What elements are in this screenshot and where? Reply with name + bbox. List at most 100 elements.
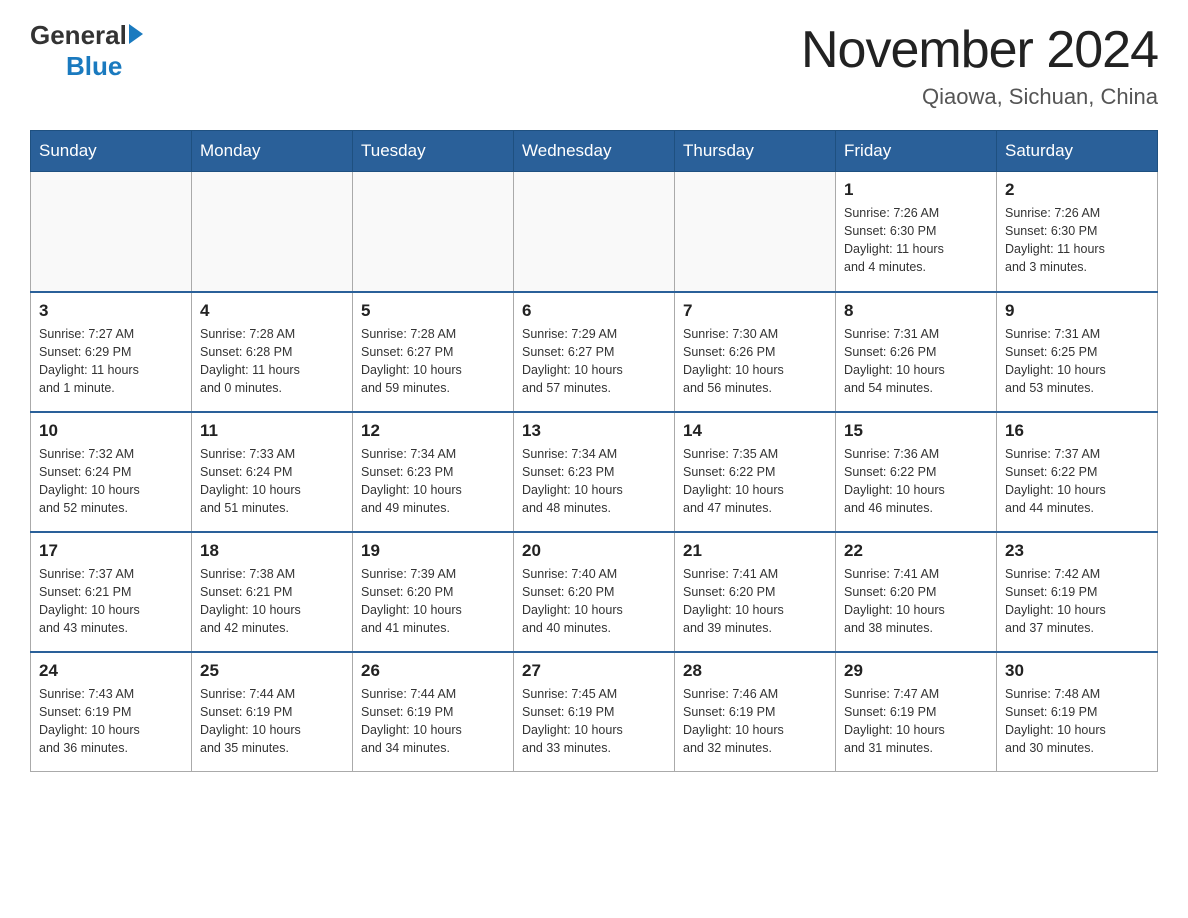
- col-header-saturday: Saturday: [997, 131, 1158, 172]
- col-header-wednesday: Wednesday: [514, 131, 675, 172]
- calendar-cell: 1 Sunrise: 7:26 AM Sunset: 6:30 PM Daylig…: [836, 172, 997, 292]
- day-number: 26: [361, 661, 505, 681]
- calendar-cell: 5 Sunrise: 7:28 AM Sunset: 6:27 PM Daylig…: [353, 292, 514, 412]
- col-header-friday: Friday: [836, 131, 997, 172]
- day-number: 10: [39, 421, 183, 441]
- calendar-cell: 3Sunrise: 7:27 AM Sunset: 6:29 PM Daylig…: [31, 292, 192, 412]
- day-number: 24: [39, 661, 183, 681]
- calendar-cell: 26 Sunrise: 7:44 AM Sunset: 6:19 PM Dayli…: [353, 652, 514, 772]
- day-number: 30: [1005, 661, 1149, 681]
- calendar-cell: 22 Sunrise: 7:41 AM Sunset: 6:20 PM Dayli…: [836, 532, 997, 652]
- day-number: 20: [522, 541, 666, 561]
- day-number: 11: [200, 421, 344, 441]
- calendar-week-row: 1 Sunrise: 7:26 AM Sunset: 6:30 PM Daylig…: [31, 172, 1158, 292]
- month-title: November 2024: [801, 20, 1158, 80]
- day-number: 17: [39, 541, 183, 561]
- calendar-table: SundayMondayTuesdayWednesdayThursdayFrid…: [30, 130, 1158, 772]
- col-header-thursday: Thursday: [675, 131, 836, 172]
- calendar-cell: 15Sunrise: 7:36 AM Sunset: 6:22 PM Dayli…: [836, 412, 997, 532]
- day-number: 25: [200, 661, 344, 681]
- day-number: 27: [522, 661, 666, 681]
- day-number: 14: [683, 421, 827, 441]
- calendar-cell: 30 Sunrise: 7:48 AM Sunset: 6:19 PM Dayli…: [997, 652, 1158, 772]
- day-info: Sunrise: 7:46 AM Sunset: 6:19 PM Dayligh…: [683, 685, 827, 758]
- col-header-sunday: Sunday: [31, 131, 192, 172]
- day-info: Sunrise: 7:28 AM Sunset: 6:28 PM Dayligh…: [200, 325, 344, 398]
- day-info: Sunrise: 7:29 AM Sunset: 6:27 PM Dayligh…: [522, 325, 666, 398]
- calendar-week-row: 10Sunrise: 7:32 AM Sunset: 6:24 PM Dayli…: [31, 412, 1158, 532]
- day-info: Sunrise: 7:41 AM Sunset: 6:20 PM Dayligh…: [683, 565, 827, 638]
- calendar-cell: 28Sunrise: 7:46 AM Sunset: 6:19 PM Dayli…: [675, 652, 836, 772]
- day-info: Sunrise: 7:43 AM Sunset: 6:19 PM Dayligh…: [39, 685, 183, 758]
- day-number: 8: [844, 301, 988, 321]
- calendar-cell: [192, 172, 353, 292]
- location: Qiaowa, Sichuan, China: [801, 84, 1158, 110]
- day-info: Sunrise: 7:44 AM Sunset: 6:19 PM Dayligh…: [361, 685, 505, 758]
- calendar-cell: [514, 172, 675, 292]
- calendar-cell: [675, 172, 836, 292]
- day-info: Sunrise: 7:44 AM Sunset: 6:19 PM Dayligh…: [200, 685, 344, 758]
- day-number: 4: [200, 301, 344, 321]
- day-number: 18: [200, 541, 344, 561]
- day-info: Sunrise: 7:40 AM Sunset: 6:20 PM Dayligh…: [522, 565, 666, 638]
- calendar-week-row: 24 Sunrise: 7:43 AM Sunset: 6:19 PM Dayli…: [31, 652, 1158, 772]
- day-info: Sunrise: 7:37 AM Sunset: 6:21 PM Dayligh…: [39, 565, 183, 638]
- day-number: 29: [844, 661, 988, 681]
- calendar-cell: 13Sunrise: 7:34 AM Sunset: 6:23 PM Dayli…: [514, 412, 675, 532]
- calendar-cell: 24 Sunrise: 7:43 AM Sunset: 6:19 PM Dayli…: [31, 652, 192, 772]
- day-info: Sunrise: 7:26 AM Sunset: 6:30 PM Dayligh…: [1005, 204, 1149, 277]
- day-number: 19: [361, 541, 505, 561]
- day-info: Sunrise: 7:35 AM Sunset: 6:22 PM Dayligh…: [683, 445, 827, 518]
- calendar-cell: 8 Sunrise: 7:31 AM Sunset: 6:26 PM Daylig…: [836, 292, 997, 412]
- calendar-cell: [353, 172, 514, 292]
- day-number: 1: [844, 180, 988, 200]
- logo-arrow-icon: [129, 24, 143, 44]
- calendar-week-row: 3Sunrise: 7:27 AM Sunset: 6:29 PM Daylig…: [31, 292, 1158, 412]
- calendar-cell: 23Sunrise: 7:42 AM Sunset: 6:19 PM Dayli…: [997, 532, 1158, 652]
- day-number: 7: [683, 301, 827, 321]
- day-info: Sunrise: 7:39 AM Sunset: 6:20 PM Dayligh…: [361, 565, 505, 638]
- col-header-tuesday: Tuesday: [353, 131, 514, 172]
- calendar-cell: 4 Sunrise: 7:28 AM Sunset: 6:28 PM Daylig…: [192, 292, 353, 412]
- day-info: Sunrise: 7:26 AM Sunset: 6:30 PM Dayligh…: [844, 204, 988, 277]
- day-number: 6: [522, 301, 666, 321]
- logo-general: General: [30, 20, 127, 51]
- day-info: Sunrise: 7:31 AM Sunset: 6:25 PM Dayligh…: [1005, 325, 1149, 398]
- day-number: 2: [1005, 180, 1149, 200]
- calendar-cell: 18Sunrise: 7:38 AM Sunset: 6:21 PM Dayli…: [192, 532, 353, 652]
- day-info: Sunrise: 7:28 AM Sunset: 6:27 PM Dayligh…: [361, 325, 505, 398]
- calendar-cell: 25 Sunrise: 7:44 AM Sunset: 6:19 PM Dayli…: [192, 652, 353, 772]
- day-number: 12: [361, 421, 505, 441]
- day-number: 22: [844, 541, 988, 561]
- day-info: Sunrise: 7:47 AM Sunset: 6:19 PM Dayligh…: [844, 685, 988, 758]
- calendar-cell: 17 Sunrise: 7:37 AM Sunset: 6:21 PM Dayli…: [31, 532, 192, 652]
- day-info: Sunrise: 7:48 AM Sunset: 6:19 PM Dayligh…: [1005, 685, 1149, 758]
- calendar-cell: 14 Sunrise: 7:35 AM Sunset: 6:22 PM Dayli…: [675, 412, 836, 532]
- day-info: Sunrise: 7:41 AM Sunset: 6:20 PM Dayligh…: [844, 565, 988, 638]
- day-info: Sunrise: 7:30 AM Sunset: 6:26 PM Dayligh…: [683, 325, 827, 398]
- day-info: Sunrise: 7:27 AM Sunset: 6:29 PM Dayligh…: [39, 325, 183, 398]
- day-number: 21: [683, 541, 827, 561]
- col-header-monday: Monday: [192, 131, 353, 172]
- day-number: 16: [1005, 421, 1149, 441]
- calendar-cell: 10Sunrise: 7:32 AM Sunset: 6:24 PM Dayli…: [31, 412, 192, 532]
- calendar-cell: 29 Sunrise: 7:47 AM Sunset: 6:19 PM Dayli…: [836, 652, 997, 772]
- calendar-cell: 2 Sunrise: 7:26 AM Sunset: 6:30 PM Daylig…: [997, 172, 1158, 292]
- calendar-cell: 6 Sunrise: 7:29 AM Sunset: 6:27 PM Daylig…: [514, 292, 675, 412]
- day-number: 13: [522, 421, 666, 441]
- day-info: Sunrise: 7:45 AM Sunset: 6:19 PM Dayligh…: [522, 685, 666, 758]
- day-info: Sunrise: 7:37 AM Sunset: 6:22 PM Dayligh…: [1005, 445, 1149, 518]
- calendar-cell: 19 Sunrise: 7:39 AM Sunset: 6:20 PM Dayli…: [353, 532, 514, 652]
- calendar-week-row: 17 Sunrise: 7:37 AM Sunset: 6:21 PM Dayli…: [31, 532, 1158, 652]
- day-info: Sunrise: 7:34 AM Sunset: 6:23 PM Dayligh…: [361, 445, 505, 518]
- calendar-cell: 12 Sunrise: 7:34 AM Sunset: 6:23 PM Dayli…: [353, 412, 514, 532]
- calendar-header-row: SundayMondayTuesdayWednesdayThursdayFrid…: [31, 131, 1158, 172]
- calendar-cell: 21 Sunrise: 7:41 AM Sunset: 6:20 PM Dayli…: [675, 532, 836, 652]
- calendar-cell: 9Sunrise: 7:31 AM Sunset: 6:25 PM Daylig…: [997, 292, 1158, 412]
- page-header: General Blue November 2024 Qiaowa, Sichu…: [30, 20, 1158, 110]
- calendar-cell: 7 Sunrise: 7:30 AM Sunset: 6:26 PM Daylig…: [675, 292, 836, 412]
- day-info: Sunrise: 7:31 AM Sunset: 6:26 PM Dayligh…: [844, 325, 988, 398]
- title-block: November 2024 Qiaowa, Sichuan, China: [801, 20, 1158, 110]
- day-info: Sunrise: 7:33 AM Sunset: 6:24 PM Dayligh…: [200, 445, 344, 518]
- day-number: 5: [361, 301, 505, 321]
